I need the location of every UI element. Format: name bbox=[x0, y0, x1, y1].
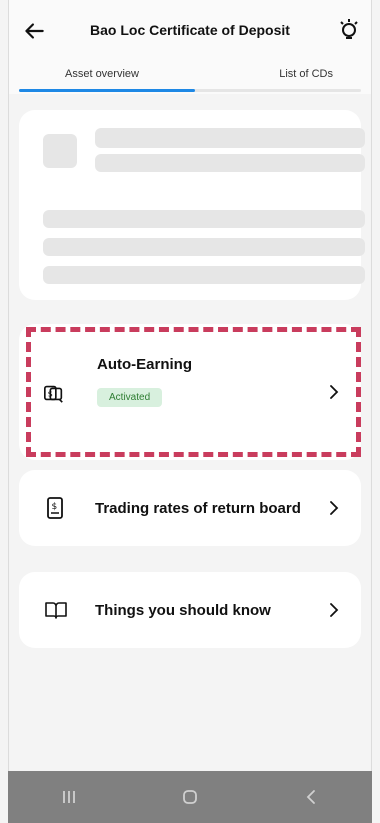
header: Bao Loc Certificate of Deposit bbox=[9, 0, 371, 62]
chevron-left-icon bbox=[307, 790, 316, 804]
tab-list-of-cds[interactable]: List of CDs bbox=[279, 68, 333, 80]
skeleton-line bbox=[43, 238, 365, 256]
chevron-right-icon bbox=[330, 385, 339, 399]
trading-rates-label: Trading rates of return board bbox=[95, 499, 301, 517]
open-book-icon bbox=[45, 602, 67, 619]
skeleton-line bbox=[95, 128, 365, 148]
tab-asset-overview[interactable]: Asset overview bbox=[65, 68, 139, 80]
back-button[interactable] bbox=[291, 777, 331, 817]
home-icon bbox=[183, 790, 197, 804]
tab-bar: Asset overview List of CDs bbox=[9, 62, 371, 94]
system-nav-bar bbox=[8, 771, 372, 823]
skeleton-line bbox=[43, 266, 365, 284]
status-badge: Activated bbox=[97, 388, 163, 407]
document-dollar-icon: $ bbox=[47, 497, 63, 519]
skeleton-line bbox=[95, 154, 365, 172]
things-to-know-label: Things you should know bbox=[95, 601, 271, 619]
asset-summary-card-loading bbox=[19, 110, 365, 300]
screen: Bao Loc Certificate of Deposit Asset ove… bbox=[0, 0, 380, 823]
trading-rates-card[interactable]: $ Trading rates of return board bbox=[19, 470, 361, 546]
auto-earning-title: Auto-Earning bbox=[97, 356, 192, 373]
things-to-know-card[interactable]: Things you should know bbox=[19, 572, 361, 648]
home-button[interactable] bbox=[170, 777, 210, 817]
lightbulb-icon[interactable] bbox=[337, 16, 361, 44]
skeleton-line bbox=[43, 210, 365, 228]
chevron-right-icon bbox=[330, 603, 339, 617]
svg-text:$: $ bbox=[52, 502, 58, 512]
page-title: Bao Loc Certificate of Deposit bbox=[90, 22, 290, 38]
app-frame: Bao Loc Certificate of Deposit Asset ove… bbox=[8, 0, 372, 823]
tab-active-indicator bbox=[19, 89, 195, 92]
skeleton-avatar bbox=[43, 134, 77, 168]
recent-apps-button[interactable] bbox=[49, 777, 89, 817]
money-cards-icon: $ bbox=[44, 385, 63, 403]
recent-apps-icon bbox=[62, 791, 75, 803]
chevron-right-icon bbox=[330, 501, 339, 515]
svg-text:$: $ bbox=[48, 389, 53, 399]
auto-earning-card[interactable]: $ Auto-Earning Activated bbox=[19, 324, 361, 460]
